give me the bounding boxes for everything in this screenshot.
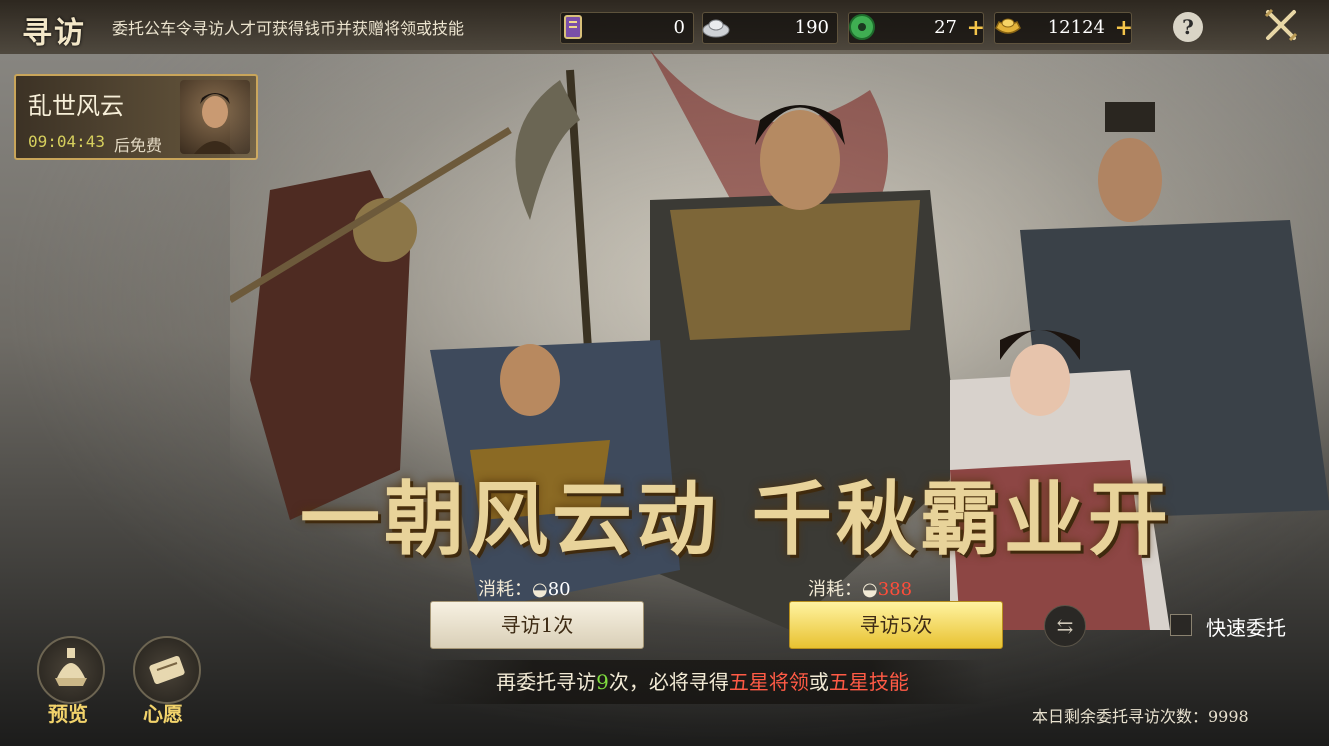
pity-notice: 再委托寻访9次，必将寻得五星将领或五星技能 (420, 660, 985, 704)
notice-text: 或 (808, 670, 829, 694)
cost-label: 消耗： (478, 579, 532, 600)
notice-reward: 五星将领 (728, 670, 809, 694)
resource-ticket: 0 (560, 12, 694, 44)
event-name: 乱世风云 (28, 92, 124, 120)
preview-button[interactable] (37, 636, 105, 704)
add-icon[interactable]: + (967, 15, 985, 41)
recruit-1-button[interactable]: 寻访1次 (430, 601, 644, 649)
gold-ingot-icon (995, 18, 1021, 34)
cost-label: 消耗： (808, 579, 862, 600)
wish-label: 心愿 (143, 702, 183, 726)
resource-jade[interactable]: 27 + (848, 12, 985, 44)
close-icon[interactable] (1262, 6, 1300, 44)
slogan-title: 一朝风云动 千秋霸业开 (300, 472, 1172, 566)
helmet-icon (55, 648, 87, 686)
event-timer: 09:04:43 (28, 132, 106, 151)
wish-button[interactable] (133, 636, 201, 704)
quick-delegate-label: 快速委托 (1206, 616, 1286, 640)
quick-delegate-checkbox[interactable] (1170, 614, 1192, 636)
resource-value: 190 (794, 17, 829, 38)
scroll-icon (149, 655, 185, 685)
preview-label: 预览 (48, 702, 88, 726)
silver-icon (702, 19, 730, 38)
add-icon[interactable]: + (1115, 15, 1133, 41)
resource-value: 27 (934, 17, 957, 38)
notice-text: 再委托寻访 (496, 670, 597, 694)
notice-count: 9 (596, 670, 609, 694)
resource-silver: 190 (702, 12, 838, 44)
remaining-count: 本日剩余委托寻访次数：9998 (1032, 707, 1249, 726)
single-cost: 消耗：◒80 (478, 575, 571, 601)
multi-cost: 消耗：◒388 (808, 575, 912, 601)
top-bar: 寻访 委托公车令寻访人才可获得钱币并获赠将领或技能 0 190 27 + 121… (0, 0, 1329, 54)
resource-gold[interactable]: 12124 + (994, 12, 1133, 44)
cost-value: 80 (547, 579, 571, 600)
page-title: 寻访 (22, 16, 86, 51)
notice-text: 次，必将寻得 (608, 670, 729, 694)
notice-reward: 五星技能 (828, 670, 909, 694)
help-button[interactable]: ? (1173, 12, 1203, 42)
recruit-5-button[interactable]: 寻访5次 (789, 601, 1003, 649)
jade-icon (849, 14, 875, 40)
cost-value: 388 (877, 579, 913, 600)
page-subtitle: 委托公车令寻访人才可获得钱币并获赠将领或技能 (112, 19, 465, 38)
silver-icon: ◒ (862, 579, 878, 600)
swap-icon[interactable]: ⇆ (1044, 605, 1086, 647)
event-free-label: 后免费 (114, 136, 163, 155)
silver-icon: ◒ (532, 579, 548, 600)
resource-value: 12124 (1047, 17, 1105, 38)
resource-value: 0 (673, 17, 685, 38)
scroll-ticket-icon (564, 15, 582, 39)
event-card[interactable]: 乱世风云 09:04:43 后免费 (14, 74, 258, 160)
